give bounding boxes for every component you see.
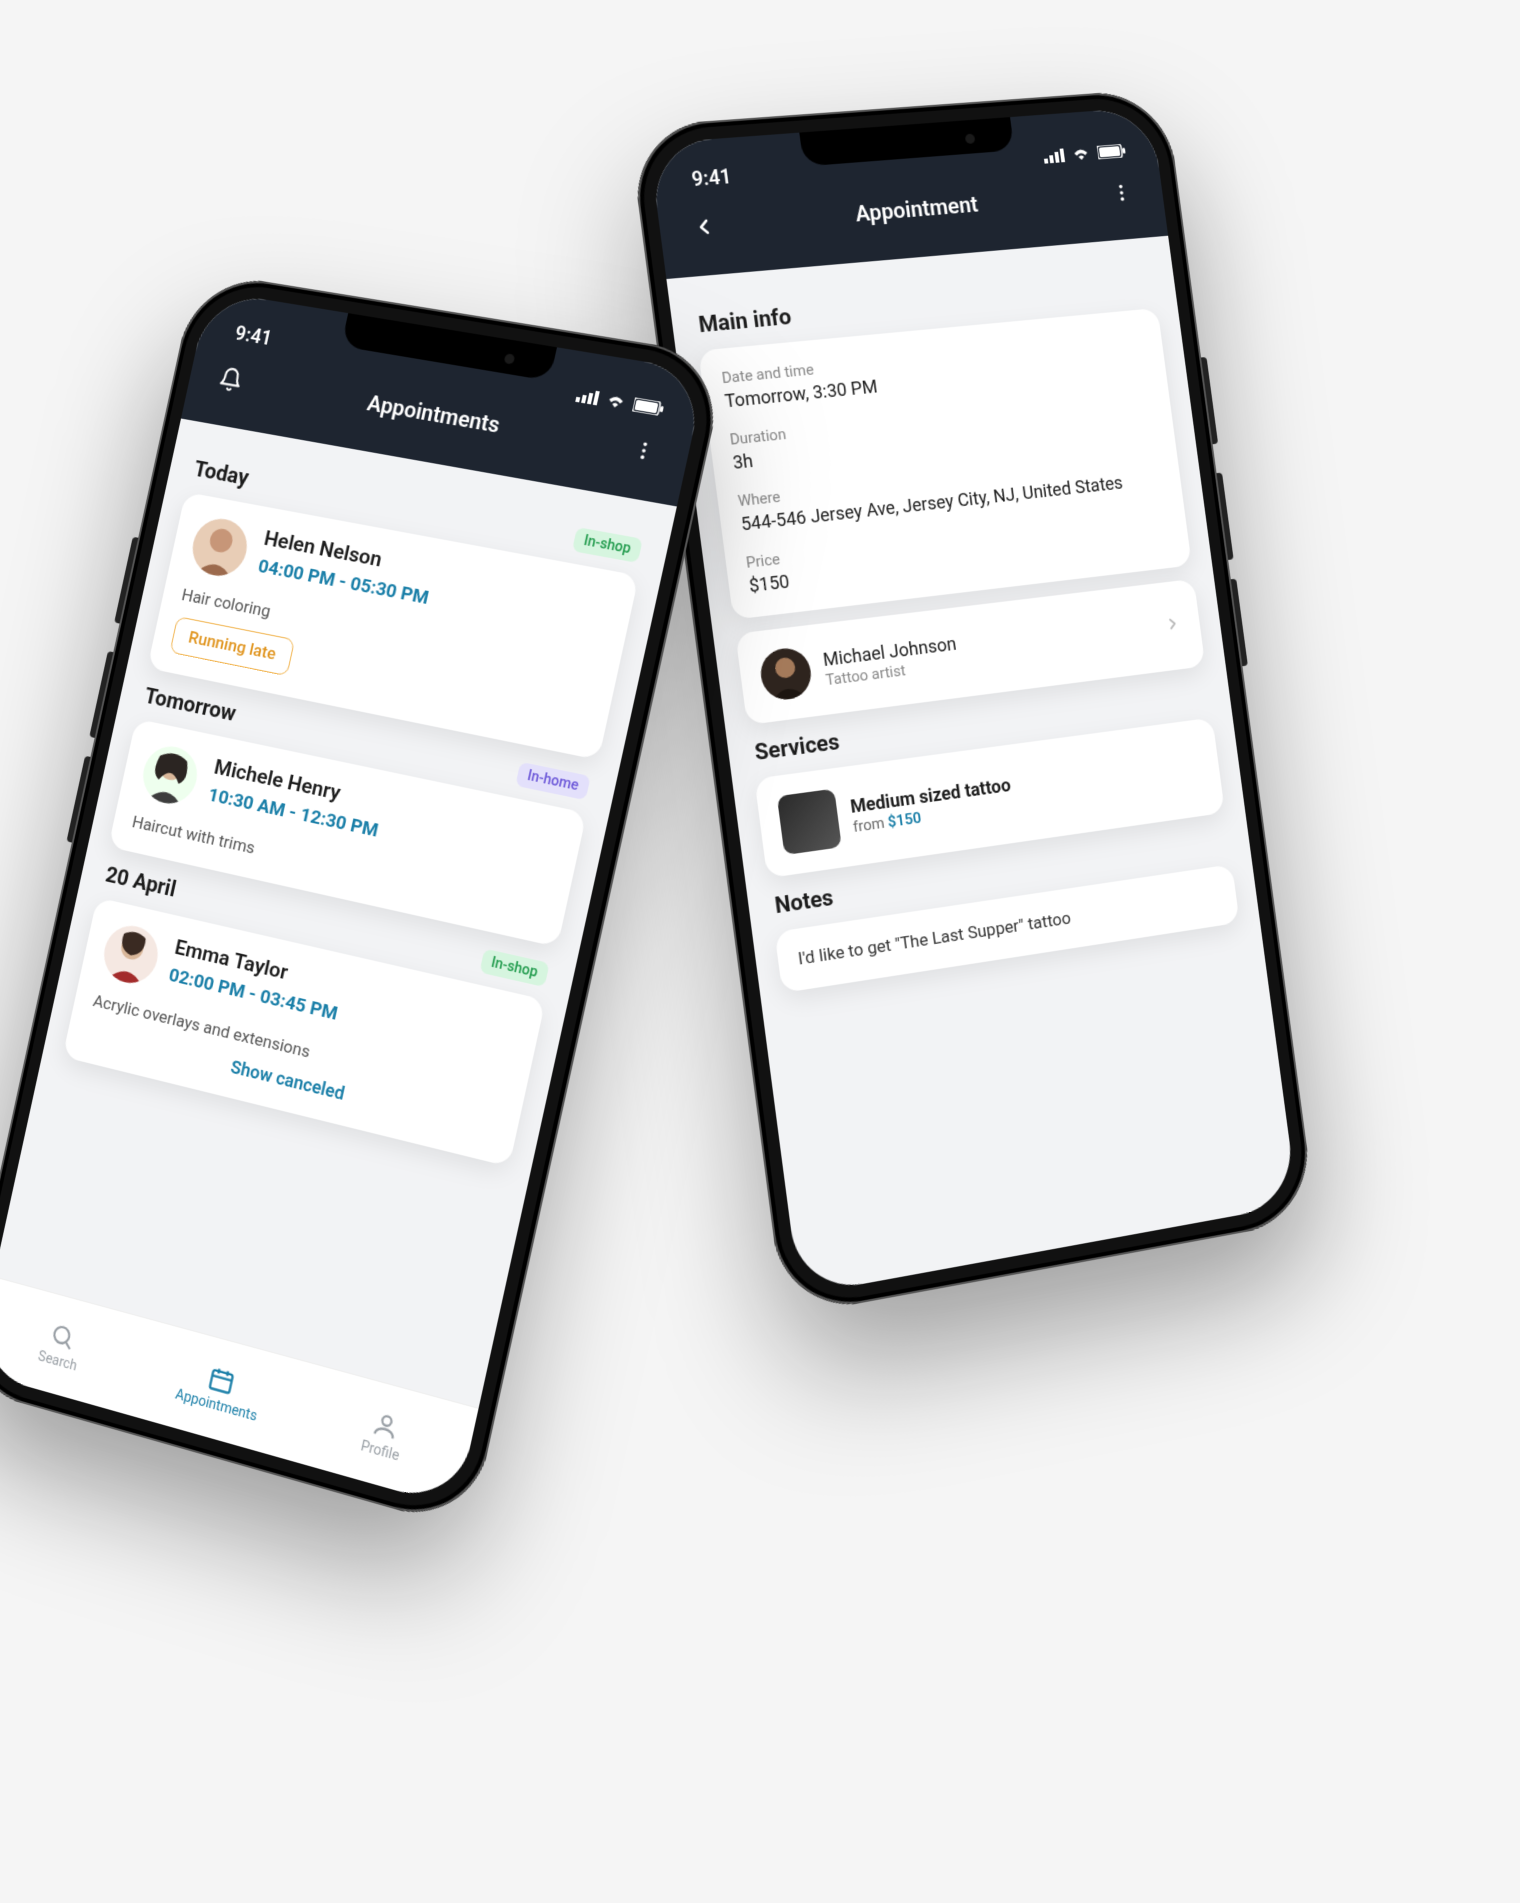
phone-mockup-appointment-detail: 9:41 Appointment Main info <box>628 88 1316 1317</box>
service-thumbnail <box>777 789 842 856</box>
location-type-badge: In-shop <box>572 526 643 562</box>
tab-search[interactable]: Search <box>0 1277 150 1415</box>
appointment-card[interactable]: Emma Taylor 02:00 PM - 03:45 PM Acrylic … <box>62 897 545 1166</box>
bell-icon <box>216 365 245 394</box>
services-heading: Services <box>753 730 841 766</box>
tab-profile[interactable]: Profile <box>290 1363 478 1507</box>
signal-icon <box>1043 148 1065 163</box>
chevron-left-icon <box>690 214 717 240</box>
more-vertical-icon <box>1110 181 1133 204</box>
appointment-detail[interactable]: Main info Date and time Tomorrow, 3:30 P… <box>666 236 1275 1123</box>
wifi-icon <box>605 393 628 410</box>
calendar-icon <box>206 1363 238 1397</box>
status-chip: Running late <box>169 616 295 676</box>
appointment-card[interactable]: Michele Henry 10:30 AM - 12:30 PM Haircu… <box>108 719 587 947</box>
page-title: Appointment <box>720 182 1106 238</box>
tab-appointments[interactable]: Appointments <box>129 1320 311 1461</box>
status-time: 9:41 <box>690 164 733 191</box>
main-info-heading: Main info <box>697 305 793 338</box>
battery-icon <box>632 397 665 416</box>
more-vertical-icon <box>631 438 658 464</box>
more-button[interactable] <box>622 430 665 472</box>
tab-bar: Search Appointments Profile <box>0 1276 479 1507</box>
signal-icon <box>575 388 600 406</box>
artist-avatar <box>758 646 814 703</box>
client-avatar <box>187 514 252 580</box>
wifi-icon <box>1071 146 1091 161</box>
section-date: Today <box>192 457 251 491</box>
main-info-card: Date and time Tomorrow, 3:30 PM Duration… <box>698 308 1192 620</box>
notes-heading: Notes <box>773 886 834 920</box>
client-avatar <box>99 921 163 989</box>
back-button[interactable] <box>684 207 725 246</box>
status-icons <box>1043 144 1126 164</box>
location-type-badge: In-home <box>515 761 590 799</box>
appointments-list[interactable]: Today In-shop Helen Nelson 04:00 PM - 05… <box>17 419 677 1296</box>
phone-mockup-appointments: 9:41 Appointments <box>0 270 728 1530</box>
client-avatar <box>138 742 203 809</box>
profile-icon <box>369 1408 402 1443</box>
battery-icon <box>1097 144 1126 160</box>
status-time: 9:41 <box>233 321 274 350</box>
section-date: Tomorrow <box>142 684 238 727</box>
location-type-badge: In-shop <box>479 948 550 987</box>
section-date: 20 April <box>103 863 178 903</box>
search-icon <box>48 1319 79 1353</box>
more-button[interactable] <box>1103 174 1141 212</box>
chevron-right-icon <box>1163 614 1182 637</box>
